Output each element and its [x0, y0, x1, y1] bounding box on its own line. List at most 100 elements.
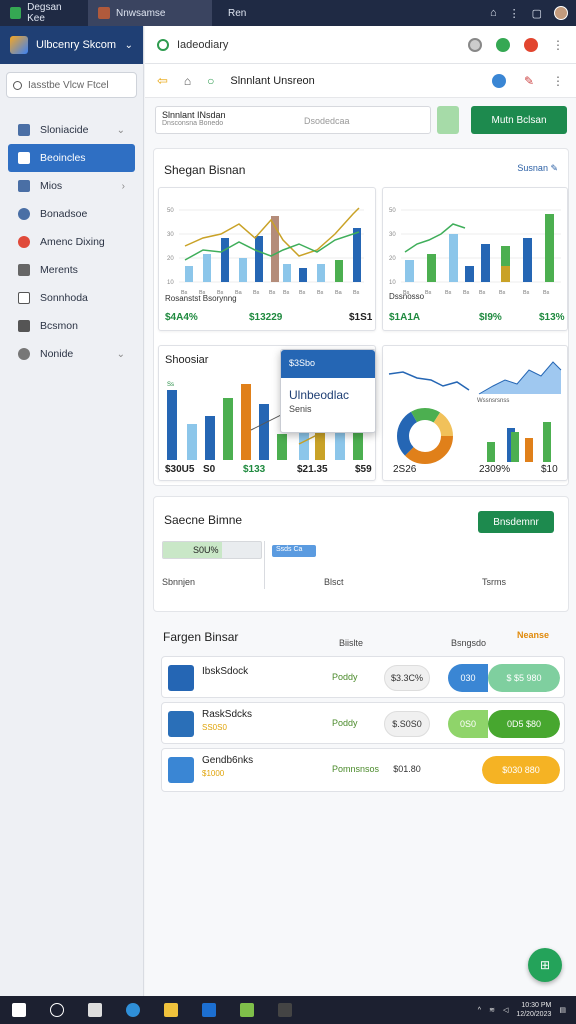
window-controls: ⌂ ⋮ ▢	[490, 6, 576, 20]
row-amount: $01.80	[393, 764, 421, 774]
column-header: Sbnnjen	[162, 577, 196, 587]
browser-tab-3[interactable]: Ren	[212, 0, 252, 26]
toolbar-right: ✎ ⋮	[491, 73, 564, 88]
sidebar-item-label: Mios	[40, 180, 63, 192]
clock[interactable]: 10:30 PM 12/20/2023	[516, 1001, 551, 1019]
search-icon[interactable]	[50, 1003, 64, 1017]
chart-tooltip-popup[interactable]: $3Sbo Ulnbeodlac Senis	[280, 349, 376, 433]
search-icon[interactable]: ○	[207, 74, 214, 88]
sidebar-item-bcsmon[interactable]: Bcsmon	[8, 312, 135, 340]
more-icon[interactable]: ⋮	[509, 7, 520, 20]
primary-action-button[interactable]: Mutn Bclsan	[471, 106, 567, 134]
row-value-pill[interactable]: 030 $ $5 980	[448, 664, 560, 692]
more-icon[interactable]: ⋮	[552, 74, 564, 88]
app-icon[interactable]	[202, 1003, 216, 1017]
svg-text:Bs: Bs	[283, 290, 290, 296]
sidebar-item-mios[interactable]: Mios ›	[8, 172, 135, 200]
data-table: Fargen Binsar Biislte Bsngsdo Neanse Ibs…	[153, 624, 569, 834]
svg-text:Bs: Bs	[479, 290, 486, 296]
row-subvalue: SS0S0	[202, 723, 227, 732]
analytics-panel: Shegan Bisnan Susnan ✎ 50 30 20 10 Bs Bs…	[153, 148, 569, 486]
filter-input[interactable]: Slnnlant INsdan Dnsconsna Bonedo Dsodedc…	[155, 106, 431, 134]
svg-text:Bs: Bs	[317, 290, 324, 296]
chart-card-4[interactable]: Wssnsrsnss 2S26 2309% $10	[382, 345, 568, 481]
chart-caption: Dssnosso	[389, 292, 425, 301]
row-status: Poddy	[332, 672, 358, 682]
panel-title: Shegan Bisnan	[164, 163, 246, 177]
system-tray: ^ ≋ ◁ 10:30 PM 12/20/2023 ▤	[478, 1001, 576, 1019]
app-icon	[10, 7, 22, 19]
sidebar-item-beoincles[interactable]: Beoincles	[8, 144, 135, 172]
task-view-icon[interactable]	[88, 1003, 102, 1017]
edit-link[interactable]: Susnan ✎	[517, 163, 558, 174]
restore-icon[interactable]: ▢	[532, 7, 542, 20]
svg-text:10: 10	[389, 280, 396, 286]
floating-action-button[interactable]: ⊞	[528, 948, 562, 982]
chart-card-1[interactable]: 50 30 20 10 Bs Bs Bs Ba Bs Bs Bs Bs Bs Ba Bs	[158, 187, 376, 331]
section-action-button[interactable]: Bnsdemnr	[478, 511, 554, 533]
brand-header[interactable]: Ulbcenry Skcom ⌄	[0, 26, 143, 64]
sidebar-item-bonadsoe[interactable]: Bonadsoe	[8, 200, 135, 228]
toolbar-title: Slnnlant Unsreon	[230, 74, 315, 87]
table-row[interactable]: IbskSdock Poddy $3.3C% 030 $ $5 980	[161, 656, 565, 698]
row-value-pill[interactable]: $030 880	[482, 756, 560, 784]
table-row[interactable]: RaskSdcks SS0S0 Poddy $.S0S0 0S0 0D5 $80	[161, 702, 565, 744]
more-icon[interactable]: ⋮	[552, 38, 564, 52]
row-amount: $.S0S0	[384, 711, 430, 737]
sidebar-item-label: Merents	[40, 264, 78, 276]
folder-icon[interactable]	[164, 1003, 178, 1017]
table-row[interactable]: Gendb6nks $1000 Pomnsnsos $01.80 $030 88…	[161, 748, 565, 792]
row-value-pill[interactable]: 0S0 0D5 $80	[448, 710, 560, 738]
browser-icon[interactable]	[126, 1003, 140, 1017]
pin-icon[interactable]: ✎	[524, 74, 534, 88]
sidebar-item-merents[interactable]: Merents	[8, 256, 135, 284]
sidebar-item-sonnhoda[interactable]: Sonnhoda	[8, 284, 135, 312]
avatar[interactable]	[554, 6, 568, 20]
svg-text:Bs: Bs	[523, 290, 530, 296]
filter-placeholder: Dsodedcaa	[304, 116, 350, 126]
row-subvalue: $1000	[202, 769, 225, 778]
popup-subtitle: Senis	[289, 404, 312, 414]
svg-text:Bs: Bs	[463, 290, 470, 296]
stat-value: $13%	[539, 312, 565, 323]
browser-tab-2[interactable]: Nnwsamse	[88, 0, 212, 26]
column-header: Bsngsdo	[451, 638, 487, 648]
header-icons: ⋮	[468, 37, 564, 52]
svg-text:20: 20	[167, 256, 174, 262]
home-icon[interactable]: ⌂	[490, 7, 497, 19]
stock-icon	[168, 665, 194, 691]
profile-icon[interactable]	[491, 73, 506, 88]
app-icon[interactable]	[278, 1003, 292, 1017]
sidebar-item-sloniacide[interactable]: Sloniacide ⌄	[8, 116, 135, 144]
popup-title: Ulnbeodlac	[289, 388, 350, 402]
notification-icon[interactable]	[496, 37, 510, 52]
row-amount: $3.3C%	[384, 665, 430, 691]
alert-icon[interactable]	[524, 37, 538, 52]
filter-toggle-button[interactable]	[437, 106, 459, 134]
back-arrow-icon[interactable]: ⇦	[157, 73, 168, 89]
row-name: IbskSdock	[202, 666, 249, 677]
wifi-icon[interactable]: ≋	[489, 1006, 495, 1014]
refresh-icon[interactable]	[468, 37, 482, 52]
stat-value: $1S1	[349, 312, 373, 323]
notification-icon[interactable]: ▤	[559, 1006, 566, 1014]
chart-card-2[interactable]: 50 30 20 10 Bs Bs Bs Bs Bs Bs Bs Bs Dssnosso $1A1…	[382, 187, 568, 331]
column-header: Neanse	[517, 630, 550, 640]
app-icon[interactable]	[240, 1003, 254, 1017]
stock-icon	[168, 757, 194, 783]
svg-text:Bs: Bs	[445, 290, 452, 296]
pill-right: $030 880	[482, 756, 560, 784]
progress-value: S0U%	[193, 545, 219, 555]
volume-icon[interactable]: ◁	[503, 1006, 508, 1014]
sidebar-item-nonide[interactable]: Nonide ⌄	[8, 340, 135, 368]
start-icon[interactable]	[12, 1003, 26, 1017]
progress-bar: S0U%	[162, 541, 262, 559]
stat-value: $I9%	[479, 312, 502, 323]
browser-tab-1[interactable]: Degsan Kee	[0, 0, 88, 26]
chevron-up-icon[interactable]: ^	[478, 1007, 481, 1014]
folder-icon[interactable]: ⌂	[184, 74, 191, 88]
area-line-chart	[388, 361, 562, 395]
sidebar-search[interactable]: Iasstbe Vlcw Ftcel	[6, 72, 137, 98]
sidebar-item-amenc-dixing[interactable]: Amenc Dixing	[8, 228, 135, 256]
svg-text:50: 50	[389, 208, 396, 214]
